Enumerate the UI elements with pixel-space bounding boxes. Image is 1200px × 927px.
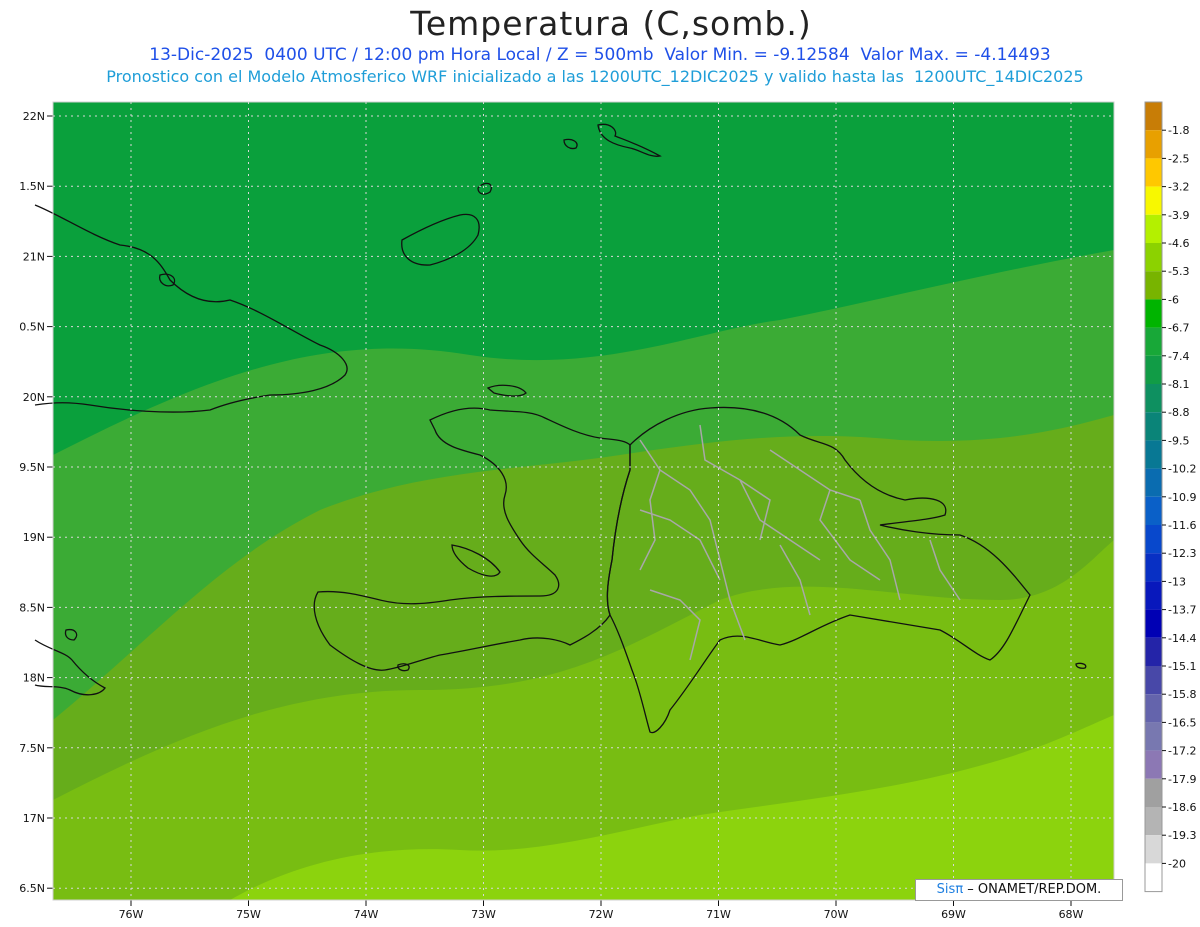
lat-tick-label: 21N <box>23 250 45 263</box>
lon-tick-label: 74W <box>354 908 379 921</box>
legend-label: -10.2 <box>1168 463 1196 476</box>
lon-tick-label: 72W <box>589 908 614 921</box>
legend-label: -7.4 <box>1168 350 1189 363</box>
legend-label: -5.3 <box>1168 265 1189 278</box>
legend-swatch <box>1145 835 1162 864</box>
shaded-field <box>53 102 1114 900</box>
legend-swatch <box>1145 637 1162 666</box>
legend-label: -8.8 <box>1168 406 1189 419</box>
lat-tick-label: 8.5N <box>19 601 45 614</box>
legend-swatch <box>1145 158 1162 187</box>
legend-label: -17.2 <box>1168 745 1196 758</box>
legend-swatch <box>1145 214 1162 243</box>
legend-label: -9.5 <box>1168 434 1189 447</box>
legend-swatch <box>1145 750 1162 779</box>
legend-swatch <box>1145 694 1162 723</box>
legend-label: -2.5 <box>1168 152 1189 165</box>
legend-label: -15.1 <box>1168 660 1196 673</box>
legend-label: -20 <box>1168 857 1186 870</box>
legend-label: -14.4 <box>1168 632 1196 645</box>
legend-swatch <box>1145 581 1162 610</box>
legend-label: -6.7 <box>1168 322 1189 335</box>
legend-label: -3.9 <box>1168 209 1189 222</box>
lon-tick-label: 68W <box>1059 908 1084 921</box>
lat-tick-label: 22N <box>23 110 45 123</box>
legend-swatch <box>1145 102 1162 131</box>
legend-label: -18.6 <box>1168 801 1196 814</box>
lat-tick-label: 20N <box>23 391 45 404</box>
lat-tick-label: 6.5N <box>19 882 45 895</box>
lat-tick-label: 17N <box>23 812 45 825</box>
legend-swatch <box>1145 666 1162 695</box>
legend-swatch <box>1145 553 1162 582</box>
lat-tick-label: 1.5N <box>19 180 45 193</box>
legend-label: -17.9 <box>1168 773 1196 786</box>
legend-swatch <box>1145 130 1162 159</box>
lon-tick-label: 71W <box>706 908 731 921</box>
legend-swatch <box>1145 440 1162 469</box>
legend-label: -3.2 <box>1168 181 1189 194</box>
legend-swatch <box>1145 609 1162 638</box>
lat-tick-label: 9.5N <box>19 461 45 474</box>
legend-swatch <box>1145 496 1162 525</box>
legend-label: -19.3 <box>1168 829 1196 842</box>
color-legend: -1.8 -2.5 -3.2 -3.9 -4.6 -5.3 -6 -6.7 -7.4 -8.1 -8… <box>1144 101 1196 893</box>
lon-tick-label: 76W <box>119 908 144 921</box>
legend-label: -13.7 <box>1168 604 1196 617</box>
legend-label: -4.6 <box>1168 237 1189 250</box>
legend-label: -13 <box>1168 575 1186 588</box>
legend-label: -15.8 <box>1168 688 1196 701</box>
legend-swatch <box>1145 863 1162 892</box>
legend-swatch <box>1145 468 1162 497</box>
temperature-map: 22N 1.5N 21N 0.5N 20N 9.5N 19N 8.5N 18N 7.5N 17N 6.… <box>19 101 1196 921</box>
credit-text: – ONAMET/REP.DOM. <box>967 882 1102 897</box>
legend-swatch <box>1145 299 1162 328</box>
legend-swatch <box>1145 412 1162 441</box>
lon-tick-label: 70W <box>824 908 849 921</box>
legend-swatch <box>1145 722 1162 751</box>
credit-pi: π <box>955 882 964 897</box>
legend-label: -11.6 <box>1168 519 1196 532</box>
legend-swatch <box>1145 327 1162 356</box>
legend-swatch <box>1145 778 1162 807</box>
legend-label: -16.5 <box>1168 716 1196 729</box>
lat-tick-label: 0.5N <box>19 321 45 334</box>
lon-tick-label: 69W <box>941 908 966 921</box>
legend-swatch <box>1145 271 1162 300</box>
legend-swatch <box>1145 384 1162 413</box>
legend-label: -1.8 <box>1168 124 1189 137</box>
credit-box: Sisπ – ONAMET/REP.DOM. <box>915 879 1123 901</box>
legend-swatch <box>1145 807 1162 836</box>
legend-swatch <box>1145 243 1162 272</box>
legend-swatch <box>1145 186 1162 215</box>
legend-label: -6 <box>1168 293 1179 306</box>
lon-tick-label: 75W <box>236 908 261 921</box>
legend-swatch <box>1145 355 1162 384</box>
lat-tick-label: 7.5N <box>19 742 45 755</box>
legend-swatch <box>1145 525 1162 554</box>
lat-tick-label: 19N <box>23 531 45 544</box>
legend-label: -10.9 <box>1168 491 1196 504</box>
lat-tick-label: 18N <box>23 672 45 685</box>
lon-tick-label: 73W <box>471 908 496 921</box>
legend-label: -12.3 <box>1168 547 1196 560</box>
legend-label: -8.1 <box>1168 378 1189 391</box>
credit-brand: Sis <box>936 882 956 897</box>
